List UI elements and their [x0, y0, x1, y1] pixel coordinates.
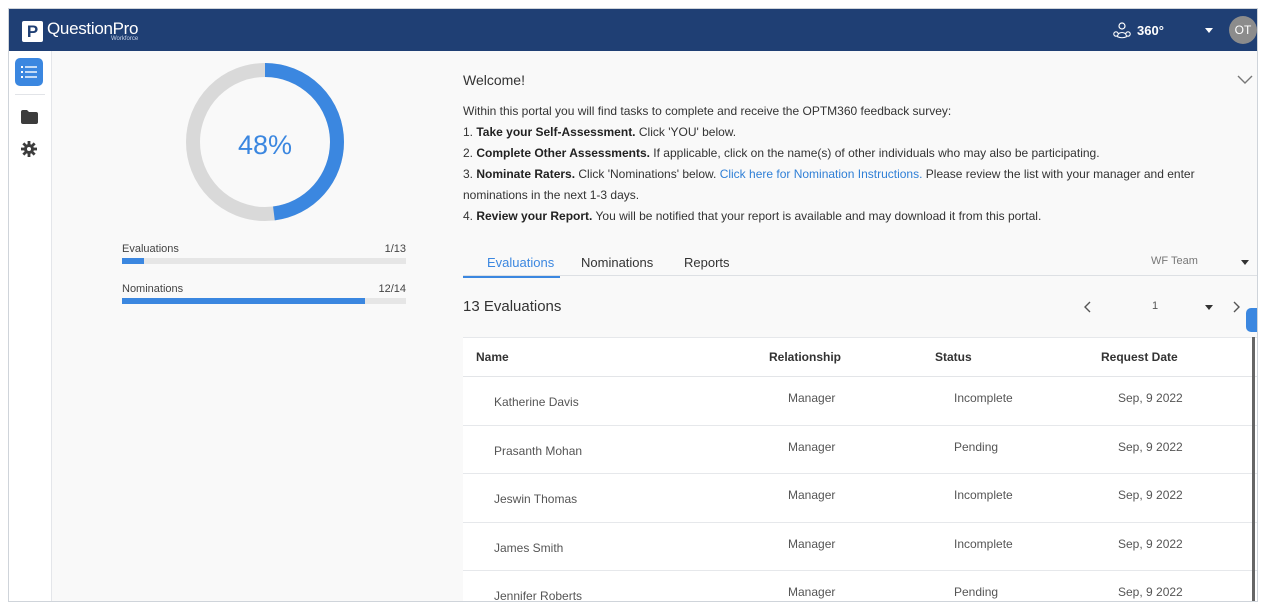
intro-line: Within this portal you will find tasks t…	[463, 104, 952, 118]
app-window: P QuestionPro Workforce 360° OT 48% Eval…	[8, 8, 1258, 602]
row-status: Pending	[954, 439, 999, 454]
row-status: Incomplete	[954, 488, 1013, 502]
evaluations-progress-track	[122, 258, 406, 264]
logo-name: QuestionPro	[47, 19, 139, 38]
tab-bar: Evaluations Nominations Reports WF Team	[463, 245, 1257, 278]
row-relationship: Manager	[788, 439, 836, 454]
page-select-caret-icon[interactable]	[1205, 305, 1213, 310]
nominations-count: 12/14	[378, 283, 406, 295]
step-3: 3. Nominate Raters. Click 'Nominations' …	[463, 167, 1195, 202]
tab-evaluations[interactable]: Evaluations	[463, 255, 561, 278]
chevron-right-icon[interactable]	[1231, 301, 1241, 313]
evaluations-table: Name Relationship Status Request Date Ka…	[463, 337, 1257, 601]
row-request-date: Sep, 9 2022	[1118, 391, 1183, 405]
row-relationship: Manager	[788, 391, 836, 405]
tab-reports[interactable]: Reports	[684, 255, 730, 276]
table-row[interactable]: Jeswin Thomas Manager Incomplete Sep, 9 …	[463, 474, 1257, 523]
sidebar-item-settings[interactable]	[15, 135, 43, 163]
row-request-date: Sep, 9 2022	[1118, 585, 1183, 599]
table-scrollbar[interactable]	[1252, 337, 1255, 601]
sidebar	[9, 51, 52, 601]
nominations-label: Nominations	[122, 283, 184, 295]
top-bar: P QuestionPro Workforce 360° OT	[9, 9, 1257, 51]
welcome-instructions: Within this portal you will find tasks t…	[463, 101, 1253, 227]
row-request-date: Sep, 9 2022	[1118, 439, 1183, 454]
list-icon	[21, 66, 37, 78]
help-widget-tab[interactable]	[1246, 308, 1257, 332]
evaluations-progress-fill	[122, 258, 144, 264]
avatar[interactable]: OT	[1229, 16, 1257, 44]
progress-percent: 48%	[238, 130, 292, 160]
row-relationship: Manager	[788, 536, 836, 551]
nominations-metric: Nominations 12/14	[122, 283, 406, 304]
evaluations-count: 1/13	[384, 243, 406, 255]
team-filter-select[interactable]: WF Team	[1151, 255, 1198, 267]
product-dropdown-caret-icon[interactable]	[1205, 28, 1213, 33]
column-header-relationship[interactable]: Relationship	[769, 350, 841, 364]
progress-panel: 48% Evaluations 1/13 Nominations 12/14	[53, 51, 445, 601]
row-name[interactable]: James Smith	[494, 541, 563, 555]
sidebar-item-folders[interactable]	[15, 103, 43, 131]
tab-nominations[interactable]: Nominations	[581, 255, 653, 276]
chevron-left-icon[interactable]	[1083, 301, 1093, 313]
table-header: Name Relationship Status Request Date	[463, 338, 1257, 377]
chevron-down-icon[interactable]	[1237, 73, 1253, 85]
row-status: Incomplete	[954, 536, 1013, 551]
step-4: 4. Review your Report. You will be notif…	[463, 209, 1042, 223]
table-row[interactable]: Jennifer Roberts Manager Pending Sep, 9 …	[463, 571, 1257, 601]
gear-icon	[21, 141, 37, 157]
folder-icon	[20, 110, 38, 124]
step-2: 2. Complete Other Assessments. If applic…	[463, 146, 1100, 160]
column-header-name[interactable]: Name	[476, 350, 509, 364]
row-name[interactable]: Jeswin Thomas	[494, 492, 577, 506]
table-row[interactable]: James Smith Manager Incomplete Sep, 9 20…	[463, 523, 1257, 571]
team-filter-caret-icon[interactable]	[1241, 260, 1249, 265]
column-header-status[interactable]: Status	[935, 350, 972, 364]
table-row[interactable]: Katherine Davis Manager Incomplete Sep, …	[463, 377, 1257, 426]
nominations-progress-track	[122, 298, 406, 304]
step-1: 1. Take your Self-Assessment. Click 'YOU…	[463, 125, 737, 139]
evaluations-label: Evaluations	[122, 243, 179, 255]
page-select[interactable]: 1	[1152, 300, 1158, 312]
row-name[interactable]: Jennifer Roberts	[494, 589, 582, 601]
logo-mark: P	[22, 20, 43, 42]
evaluations-metric: Evaluations 1/13	[122, 243, 406, 264]
row-relationship: Manager	[788, 585, 836, 599]
table-row[interactable]: Prasanth Mohan Manager Pending Sep, 9 20…	[463, 426, 1257, 474]
product-switcher[interactable]: 360°	[1112, 21, 1164, 39]
sidebar-item-tasks[interactable]	[15, 58, 43, 86]
logo[interactable]: P QuestionPro Workforce	[22, 19, 139, 42]
product-label: 360°	[1137, 22, 1164, 38]
nomination-instructions-link[interactable]: Click here for Nomination Instructions.	[720, 167, 923, 181]
row-name[interactable]: Katherine Davis	[494, 395, 579, 409]
column-header-request-date[interactable]: Request Date	[1101, 350, 1178, 364]
nominations-progress-fill	[122, 298, 366, 304]
row-status: Incomplete	[954, 391, 1013, 405]
evaluations-count-heading: 13 Evaluations	[463, 298, 562, 315]
row-request-date: Sep, 9 2022	[1118, 536, 1183, 551]
progress-donut: 48%	[186, 63, 344, 221]
row-relationship: Manager	[788, 488, 836, 502]
row-status: Pending	[954, 585, 999, 599]
row-name[interactable]: Prasanth Mohan	[494, 444, 582, 458]
row-request-date: Sep, 9 2022	[1118, 488, 1183, 502]
people-network-icon	[1113, 22, 1131, 39]
sidebar-divider	[15, 94, 45, 95]
welcome-title: Welcome!	[463, 72, 525, 88]
